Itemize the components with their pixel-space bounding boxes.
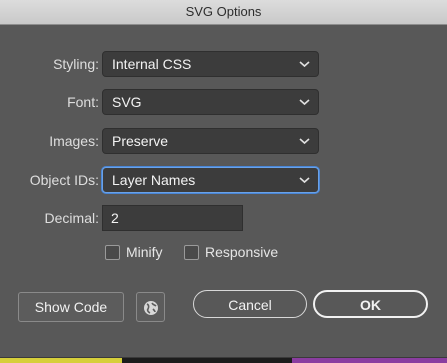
responsive-label: Responsive bbox=[205, 244, 279, 260]
object-ids-value: Layer Names bbox=[112, 172, 196, 188]
images-row: Images: Preserve bbox=[0, 128, 447, 154]
styling-value: Internal CSS bbox=[112, 56, 192, 72]
images-label: Images: bbox=[49, 133, 99, 149]
cancel-button[interactable]: Cancel bbox=[193, 290, 307, 318]
web-preview-button[interactable] bbox=[136, 292, 165, 322]
object-ids-label: Object IDs: bbox=[29, 172, 99, 188]
decimal-input[interactable]: 2 bbox=[102, 205, 243, 231]
globe-icon bbox=[144, 301, 158, 315]
responsive-checkbox-box[interactable] bbox=[184, 244, 199, 260]
ok-button[interactable]: OK bbox=[313, 290, 428, 318]
minify-label: Minify bbox=[126, 244, 163, 260]
object-ids-row: Object IDs: Layer Names bbox=[0, 167, 447, 193]
styling-select[interactable]: Internal CSS bbox=[102, 51, 319, 77]
responsive-checkbox[interactable]: Responsive bbox=[184, 243, 278, 261]
font-select[interactable]: SVG bbox=[102, 89, 319, 115]
font-row: Font: SVG bbox=[0, 89, 447, 115]
chevron-down-icon bbox=[299, 99, 310, 106]
minify-checkbox-box[interactable] bbox=[105, 244, 120, 260]
font-label: Font: bbox=[67, 94, 99, 110]
font-value: SVG bbox=[112, 94, 142, 110]
styling-row: Styling: Internal CSS bbox=[0, 51, 447, 77]
styling-label: Styling: bbox=[53, 56, 99, 72]
images-select[interactable]: Preserve bbox=[102, 128, 319, 154]
object-ids-select[interactable]: Layer Names bbox=[102, 167, 319, 193]
chevron-down-icon bbox=[299, 177, 310, 184]
chevron-down-icon bbox=[299, 61, 310, 68]
dialog-title: SVG Options bbox=[0, 0, 447, 25]
chevron-down-icon bbox=[299, 138, 310, 145]
decimal-label: Decimal: bbox=[44, 210, 99, 226]
decimal-row: Decimal: 2 bbox=[0, 205, 447, 231]
show-code-button[interactable]: Show Code bbox=[18, 292, 124, 322]
decimal-value: 2 bbox=[111, 210, 119, 226]
images-value: Preserve bbox=[112, 133, 169, 149]
minify-checkbox[interactable]: Minify bbox=[105, 243, 163, 261]
svg-options-dialog: SVG Options Styling: Internal CSS Font: … bbox=[0, 0, 447, 358]
